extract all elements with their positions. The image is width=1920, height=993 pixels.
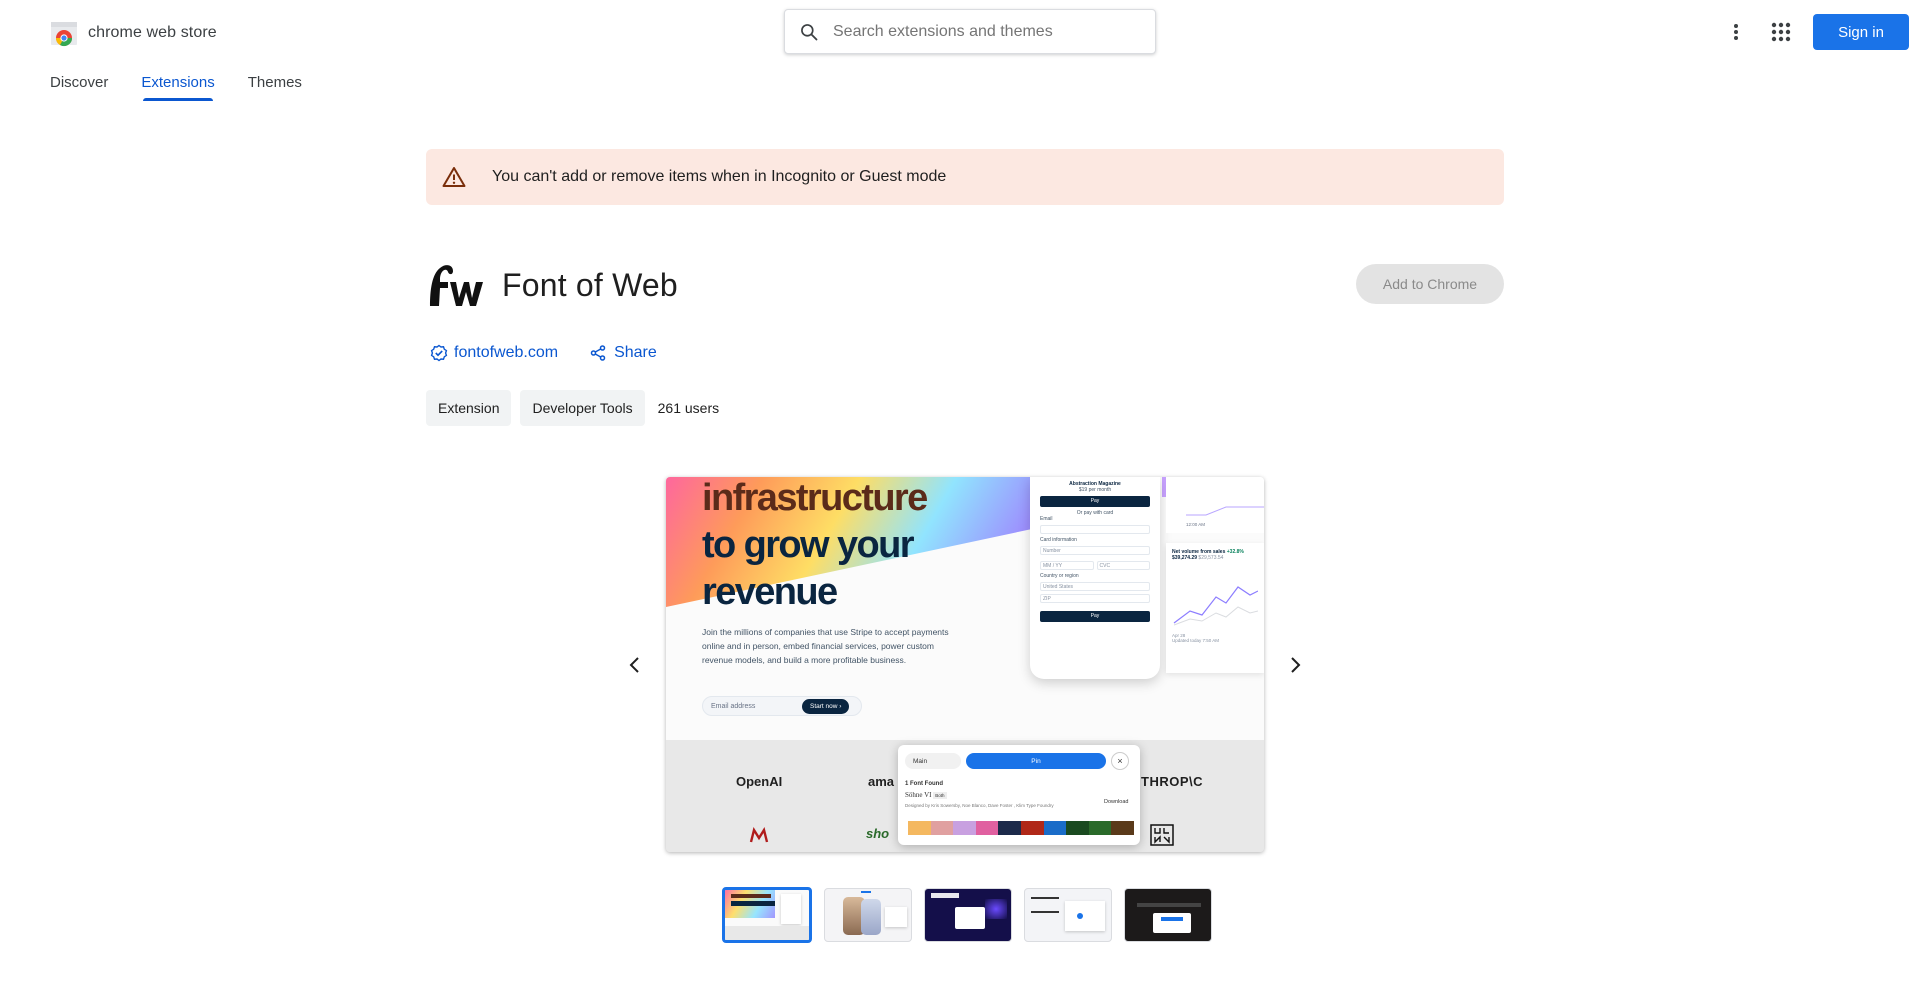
incognito-warning-banner: You can't add or remove items when in In… bbox=[426, 149, 1504, 205]
net-volume-card: Net volume from sales +32.8% $39,274.29 … bbox=[1166, 543, 1264, 673]
phone-cvc-field: CVC bbox=[1096, 561, 1150, 570]
warning-text: You can't add or remove items when in In… bbox=[492, 168, 947, 185]
google-apps-icon[interactable] bbox=[1768, 19, 1794, 45]
website-label: fontofweb.com bbox=[454, 344, 559, 361]
hero-line-2: to grow your bbox=[702, 524, 915, 566]
color-swatch bbox=[1088, 821, 1112, 835]
add-to-chrome-button[interactable]: Add to Chrome bbox=[1356, 264, 1504, 304]
anthropic-logo: THROP\C bbox=[1141, 774, 1203, 789]
color-swatch bbox=[953, 821, 976, 835]
amazon-logo: ama bbox=[868, 774, 895, 789]
color-swatch bbox=[1043, 821, 1067, 835]
tab-discover[interactable]: Discover bbox=[50, 64, 108, 100]
thumbnail-5[interactable] bbox=[1124, 888, 1212, 942]
color-swatch bbox=[1066, 821, 1089, 835]
user-count: 261 users bbox=[657, 400, 720, 416]
extension-header: Font of Web bbox=[426, 260, 678, 310]
screenshot-carousel: infrastructure to grow your revenue Join… bbox=[666, 477, 1264, 852]
warning-icon bbox=[442, 166, 472, 188]
hero-line-3: revenue bbox=[702, 571, 838, 613]
brand-name: chrome web store bbox=[88, 24, 217, 41]
color-swatch bbox=[1020, 821, 1044, 835]
popup-font-tag: Both bbox=[933, 792, 947, 799]
verified-icon bbox=[430, 344, 448, 362]
next-arrow-icon[interactable] bbox=[1284, 654, 1306, 676]
search-input[interactable] bbox=[833, 22, 1133, 41]
chart-updated: Updated today 7:50 AM bbox=[1172, 638, 1220, 643]
net-volume-sparkline bbox=[1173, 586, 1259, 626]
hero-start-button: Start now › bbox=[802, 699, 850, 714]
share-icon bbox=[590, 345, 606, 361]
popup-designer: Designed by Kris Sowersby, Noe Blanco, D… bbox=[905, 803, 1054, 808]
phone-zip-field: ZIP bbox=[1040, 594, 1150, 603]
screenshot-thumbnails bbox=[722, 887, 1212, 943]
chart-time: 12:00 AM bbox=[1186, 522, 1206, 527]
search-icon[interactable] bbox=[785, 9, 833, 54]
hero-headline: infrastructure to grow your revenue bbox=[702, 477, 928, 616]
font-of-web-popup: Main Pin × 1 Font Found Söhne VI Both De… bbox=[898, 745, 1140, 845]
phone-pay-bar: Pay bbox=[1040, 496, 1150, 507]
thumbnail-1[interactable] bbox=[722, 887, 812, 943]
phone-email-field bbox=[1040, 525, 1150, 534]
hero-line-1: infrastructure bbox=[702, 477, 928, 519]
phone-card-label: Card information bbox=[1040, 537, 1077, 543]
thumbnail-3[interactable] bbox=[924, 888, 1012, 942]
popup-found-text: 1 Font Found bbox=[905, 781, 943, 787]
phone-email-label: Email bbox=[1040, 516, 1053, 522]
phone-price: $19 per month bbox=[1078, 487, 1112, 493]
phone-country-field: United States bbox=[1040, 582, 1150, 591]
extension-links: fontofweb.com Share bbox=[426, 340, 657, 366]
phone-expiry-field: MM / YY bbox=[1040, 561, 1094, 570]
phone-number-field: Number bbox=[1040, 546, 1150, 555]
chart-delta: +32.8% bbox=[1226, 549, 1244, 555]
color-swatches bbox=[908, 821, 1134, 835]
extension-tags: Extension Developer Tools 261 users bbox=[426, 390, 719, 426]
color-swatch bbox=[1111, 821, 1134, 835]
extension-title: Font of Web bbox=[502, 266, 678, 303]
phone-country-label: Country or region bbox=[1040, 573, 1079, 579]
color-swatch bbox=[975, 821, 999, 835]
thumbnail-2[interactable] bbox=[824, 888, 912, 942]
store-logo-link[interactable]: chrome web store bbox=[50, 19, 217, 47]
popup-select: Main bbox=[905, 753, 961, 769]
category-chip[interactable]: Developer Tools bbox=[520, 390, 645, 426]
urbn-logo-icon bbox=[1150, 824, 1174, 846]
hero-subtext: Join the millions of companies that use … bbox=[702, 627, 949, 665]
marriott-logo-icon bbox=[749, 826, 769, 843]
color-swatch bbox=[998, 821, 1021, 835]
tab-extensions[interactable]: Extensions bbox=[141, 64, 215, 101]
popup-pin-button: Pin bbox=[966, 753, 1106, 769]
share-link[interactable]: Share bbox=[590, 344, 657, 362]
top-header: chrome web store Sign in bbox=[0, 0, 1920, 64]
previous-arrow-icon[interactable] bbox=[624, 654, 646, 676]
popup-close-icon: × bbox=[1111, 752, 1129, 770]
category-tabs: Discover Extensions Themes bbox=[50, 64, 335, 101]
popup-font-name: Söhne VI Both bbox=[905, 791, 947, 799]
chart-top-card: 12:00 AM bbox=[1166, 477, 1264, 533]
type-chip[interactable]: Extension bbox=[426, 390, 512, 426]
website-link[interactable]: fontofweb.com bbox=[430, 344, 558, 362]
thumbnail-4[interactable] bbox=[1024, 888, 1112, 942]
sign-in-button[interactable]: Sign in bbox=[1813, 14, 1909, 50]
color-swatch bbox=[908, 821, 931, 835]
phone-pay-button: Pay bbox=[1040, 611, 1150, 622]
screenshot-hero: infrastructure to grow your revenue Join… bbox=[666, 477, 1264, 740]
popup-font-label: Söhne VI bbox=[905, 791, 932, 799]
checkout-phone-mock: Abstraction Magazine $19 per month Pay O… bbox=[1030, 477, 1160, 679]
more-options-icon[interactable] bbox=[1724, 18, 1748, 46]
chrome-web-store-icon bbox=[51, 22, 77, 47]
shopify-logo: sho bbox=[866, 826, 890, 841]
tab-themes[interactable]: Themes bbox=[248, 64, 302, 100]
popup-download: Download bbox=[1104, 799, 1129, 805]
font-of-web-logo-icon bbox=[430, 265, 483, 306]
search-box[interactable] bbox=[784, 9, 1156, 54]
chart-top-line bbox=[1186, 506, 1264, 516]
openai-logo: OpenAI bbox=[736, 774, 783, 789]
color-swatch bbox=[930, 821, 954, 835]
share-label: Share bbox=[614, 344, 657, 361]
